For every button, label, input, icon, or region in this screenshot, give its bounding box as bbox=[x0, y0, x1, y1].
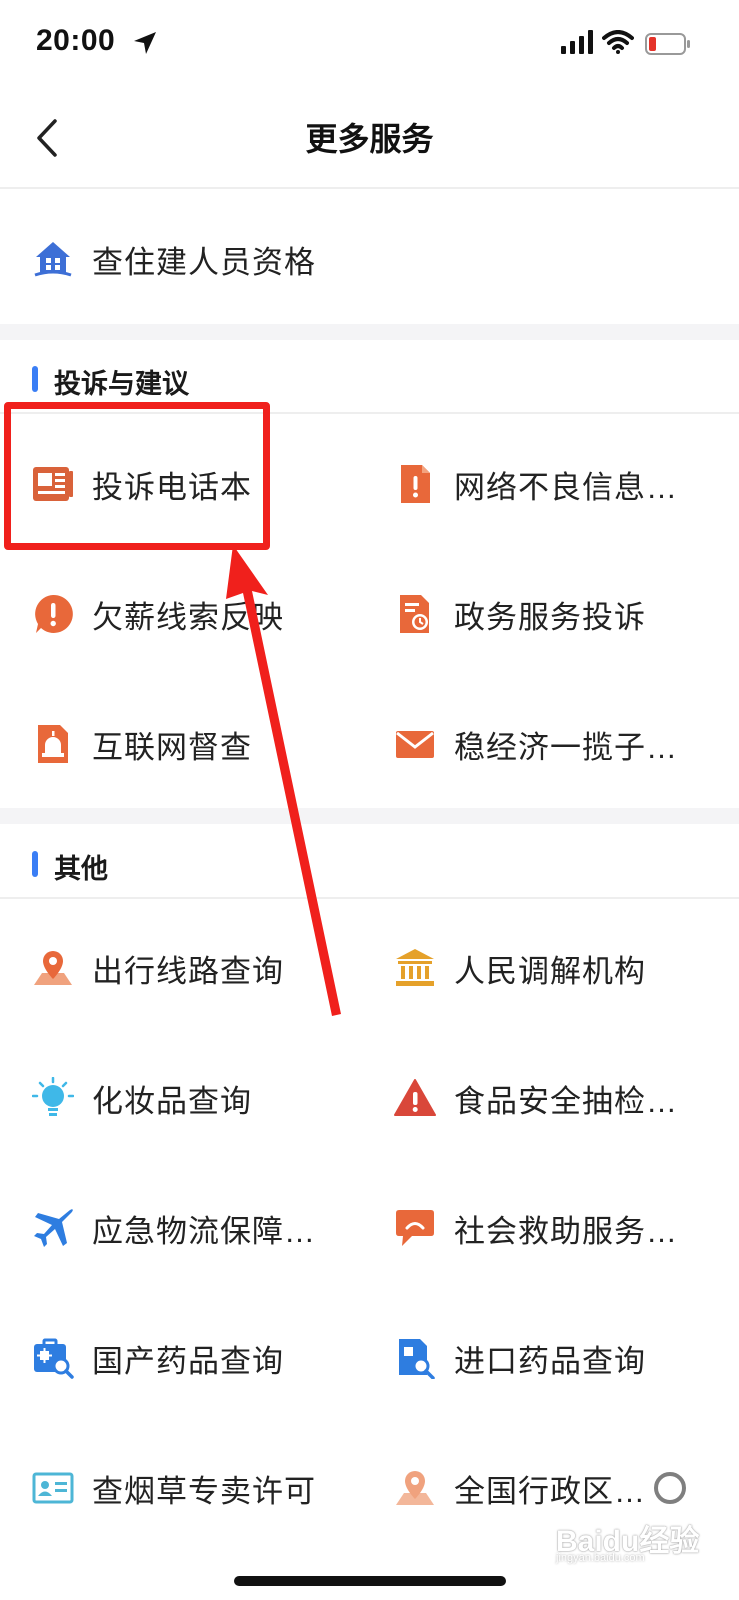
doc-search-icon bbox=[394, 1337, 436, 1379]
chat-bubble-icon bbox=[394, 1207, 436, 1249]
service-item-complaint-phonebook[interactable]: 投诉电话本 bbox=[32, 419, 352, 549]
service-item-travel-route[interactable]: 出行线路查询 bbox=[32, 903, 352, 1033]
medkit-search-icon bbox=[32, 1337, 74, 1379]
bulb-icon bbox=[32, 1077, 74, 1119]
divider bbox=[0, 187, 739, 189]
service-item-label: 应急物流保障… bbox=[92, 1213, 316, 1249]
service-item-label: 网络不良信息… bbox=[454, 469, 678, 505]
wifi-icon bbox=[602, 30, 634, 54]
mail-icon bbox=[394, 723, 436, 765]
section-header-other: 其他 bbox=[0, 825, 739, 897]
nav-bar: 更多服务 bbox=[0, 92, 739, 188]
service-item-label: 社会救助服务… bbox=[454, 1213, 678, 1249]
section-accent-bar bbox=[32, 851, 38, 877]
service-item-social-assistance[interactable]: 社会救助服务… bbox=[394, 1163, 724, 1293]
section-accent-bar bbox=[32, 366, 38, 392]
service-item-label: 全国行政区… bbox=[454, 1473, 646, 1509]
service-item-gov-complaint[interactable]: 政务服务投诉 bbox=[394, 549, 724, 679]
plane-icon bbox=[32, 1207, 74, 1249]
phonebook-icon bbox=[32, 463, 74, 505]
service-item-label: 投诉电话本 bbox=[92, 469, 252, 505]
status-bar: 20:00 bbox=[0, 0, 739, 92]
map-pin-icon bbox=[32, 947, 74, 989]
watermark-subtext: jingyan.baidu.com bbox=[556, 1552, 645, 1564]
service-item-label: 欠薪线索反映 bbox=[92, 599, 284, 635]
report-doc-icon bbox=[394, 463, 436, 505]
service-item-label: 政务服务投诉 bbox=[454, 599, 646, 635]
warning-icon bbox=[394, 1077, 436, 1119]
section-header-complaints: 投诉与建议 bbox=[0, 340, 739, 412]
service-item-tobacco-license[interactable]: 查烟草专卖许可 bbox=[32, 1423, 352, 1553]
service-item-housing-qualification[interactable]: 查住建人员资格 bbox=[32, 194, 732, 324]
service-item-bad-info-report[interactable]: 网络不良信息… bbox=[394, 419, 724, 549]
cellular-signal-icon bbox=[561, 30, 593, 54]
service-item-label: 进口药品查询 bbox=[454, 1343, 646, 1379]
service-item-internet-inspection[interactable]: 互联网督查 bbox=[32, 679, 352, 809]
section-title: 其他 bbox=[54, 854, 108, 884]
id-card-icon bbox=[32, 1467, 74, 1509]
divider bbox=[0, 412, 739, 414]
home-indicator[interactable] bbox=[234, 1576, 506, 1586]
section-gap bbox=[0, 808, 739, 824]
service-item-label: 查烟草专卖许可 bbox=[92, 1473, 316, 1509]
service-item-domestic-drugs[interactable]: 国产药品查询 bbox=[32, 1293, 352, 1423]
doc-siren-icon bbox=[32, 723, 74, 765]
service-item-label: 稳经济一揽子… bbox=[454, 729, 678, 765]
service-item-imported-drugs[interactable]: 进口药品查询 bbox=[394, 1293, 724, 1423]
service-item-wage-arrears[interactable]: 欠薪线索反映 bbox=[32, 549, 352, 679]
service-item-label: 查住建人员资格 bbox=[92, 244, 316, 280]
map-location-icon bbox=[394, 1467, 436, 1509]
bank-icon bbox=[394, 947, 436, 989]
service-item-label: 化妆品查询 bbox=[92, 1083, 252, 1119]
section-gap bbox=[0, 324, 739, 340]
service-item-emergency-logistics[interactable]: 应急物流保障… bbox=[32, 1163, 352, 1293]
service-item-label: 人民调解机构 bbox=[454, 953, 646, 989]
doc-clock-icon bbox=[394, 593, 436, 635]
alert-circle-icon bbox=[32, 593, 74, 635]
service-item-economy-stabilize[interactable]: 稳经济一揽子… bbox=[394, 679, 724, 809]
section-title: 投诉与建议 bbox=[54, 369, 189, 399]
battery-icon bbox=[645, 33, 690, 55]
service-item-admin-divisions[interactable]: 全国行政区… bbox=[394, 1423, 724, 1553]
page-title: 更多服务 bbox=[305, 121, 434, 157]
service-item-cosmetics[interactable]: 化妆品查询 bbox=[32, 1033, 352, 1163]
service-item-label: 互联网督查 bbox=[92, 729, 252, 765]
service-item-food-safety[interactable]: 食品安全抽检… bbox=[394, 1033, 724, 1163]
divider bbox=[0, 897, 739, 899]
status-time: 20:00 bbox=[36, 24, 116, 57]
service-item-label: 国产药品查询 bbox=[92, 1343, 284, 1379]
location-arrow-icon bbox=[134, 32, 156, 54]
house-icon bbox=[32, 238, 74, 280]
service-item-label: 食品安全抽检… bbox=[454, 1083, 678, 1119]
service-item-label: 出行线路查询 bbox=[92, 953, 284, 989]
service-item-mediation-agency[interactable]: 人民调解机构 bbox=[394, 903, 724, 1033]
